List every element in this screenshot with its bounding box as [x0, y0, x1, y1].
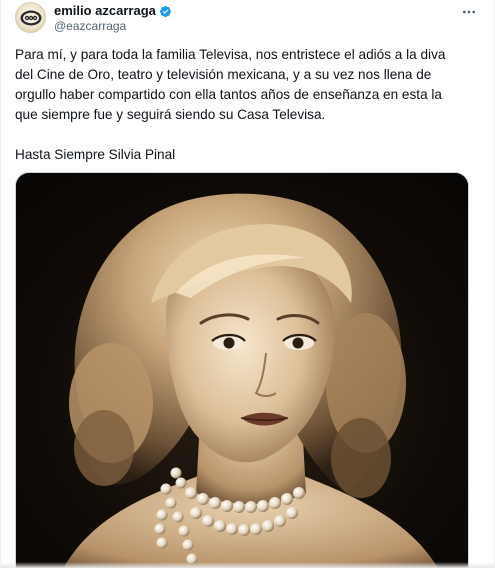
tweet-card[interactable]: emilio azcarraga @eazcarraga Para mí, y …: [0, 0, 495, 568]
scroll-edge: [1, 562, 494, 568]
verified-badge-icon[interactable]: [159, 5, 172, 18]
name-row: emilio azcarraga: [54, 3, 172, 19]
portrait-photo-icon: [16, 173, 468, 568]
tweet-photo[interactable]: [15, 172, 469, 568]
avatar[interactable]: [15, 2, 46, 33]
tweet-header: emilio azcarraga @eazcarraga: [15, 2, 480, 38]
display-name[interactable]: emilio azcarraga: [54, 3, 156, 19]
user-handle[interactable]: @eazcarraga: [54, 19, 172, 34]
televisa-logo-icon: [20, 10, 41, 25]
more-options-icon[interactable]: [458, 2, 480, 22]
tweet-paragraph-1: Para mí, y para toda la familia Televisa…: [15, 47, 446, 122]
author-names: emilio azcarraga @eazcarraga: [54, 3, 172, 34]
tweet-text: Para mí, y para toda la familia Televisa…: [15, 45, 465, 185]
tweet-paragraph-2: Hasta Siempre Silvia Pinal: [15, 147, 176, 162]
